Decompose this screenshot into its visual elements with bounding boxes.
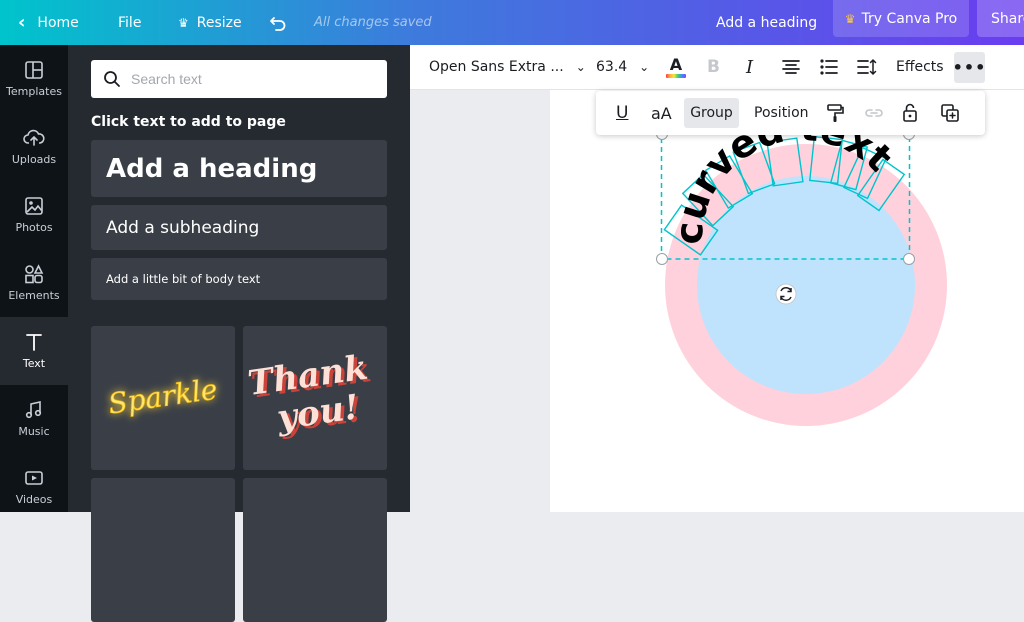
lock-icon — [903, 103, 917, 122]
selection-toolbar: U aA Group Position — [596, 91, 985, 135]
copy-style-button[interactable] — [826, 91, 844, 135]
group-button[interactable]: Group — [684, 98, 739, 128]
duplicate-icon — [941, 104, 959, 122]
design-canvas: curved text — [656, 105, 947, 426]
resize-handle-bottom-right[interactable] — [903, 253, 915, 265]
inner-circle-shape[interactable] — [697, 176, 915, 394]
resize-handle-bottom-left[interactable] — [656, 253, 668, 265]
rotate-handle[interactable] — [775, 283, 797, 305]
link-icon — [865, 109, 883, 117]
underline-button[interactable]: U — [616, 91, 628, 135]
letter-case-button[interactable]: aA — [651, 91, 672, 135]
position-button[interactable]: Position — [754, 91, 809, 135]
link-button[interactable] — [864, 91, 884, 135]
lock-button[interactable] — [902, 91, 918, 135]
paint-roller-icon — [827, 104, 844, 122]
duplicate-button[interactable] — [940, 91, 960, 135]
